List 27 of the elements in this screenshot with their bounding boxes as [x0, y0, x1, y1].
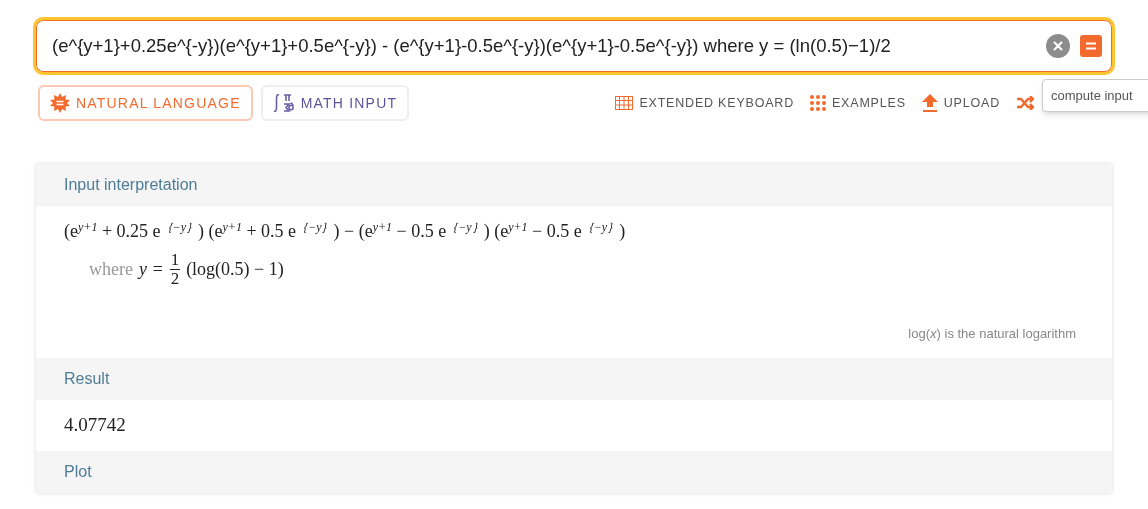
equals-icon	[1086, 42, 1096, 50]
pod-title: Result	[64, 368, 110, 389]
clear-button[interactable]	[1046, 34, 1070, 58]
equation-lhs: y =	[139, 258, 164, 281]
equals-burst-icon	[50, 93, 70, 113]
tooltip-text: compute input	[1051, 86, 1133, 105]
footnote: log(x) is the natural logarithm	[908, 325, 1076, 343]
toolbar-link[interactable]: EXTENDED KEYBOARD	[615, 93, 794, 113]
shuffle-icon	[1016, 96, 1034, 110]
query-text: (e^{y+1}+0.25e^{-y})(e^{y+1}+0.5e^{-y}) - (e^{y+1}-0.5e^{-y})(e^{y+1}-0.5e^{-y}) where y = (ln(0.5)−1)/2	[52, 34, 892, 59]
dots-grid-icon	[810, 95, 826, 111]
fraction: 1 2	[169, 251, 181, 288]
pod-title: Input interpretation	[64, 175, 198, 195]
toolbar-link[interactable]: UPLOAD	[921, 93, 1000, 113]
where-label: where	[89, 258, 133, 281]
upload-icon	[921, 94, 938, 112]
toolbar-link[interactable]: EXAMPLES	[810, 93, 906, 113]
close-icon	[1053, 41, 1063, 51]
keyboard-icon	[615, 96, 634, 110]
formula: (e$^{y+1}$ + 0.25 e$^{｛−y｝}$) (e$^{y+1}$ + 0.5 e$^{｛−y｝}$) − (e$^{y+1}$ − 0.5 e$^{｛−y｝}$) (e$^{y+1}$ − 0.5 e$^{｛−y｝}$)	[64, 219, 626, 243]
search-field[interactable]: (e^{y+1}+0.25e^{-y})(e^{y+1}+0.5e^{-y}) - (e^{y+1}-0.5e^{-y})(e^{y+1}-0.5e^{-y}) where y = (ln(0.5)−1)/2	[33, 17, 1115, 75]
compute-button[interactable]	[1080, 35, 1102, 57]
math-symbols-icon	[272, 93, 295, 113]
pod-title: Plot	[64, 461, 92, 482]
result-value: 4.07742	[64, 412, 126, 437]
mode-tab[interactable]: MATH INPUT	[260, 85, 410, 121]
equation-rhs: (log(0.5) − 1)	[186, 258, 284, 281]
